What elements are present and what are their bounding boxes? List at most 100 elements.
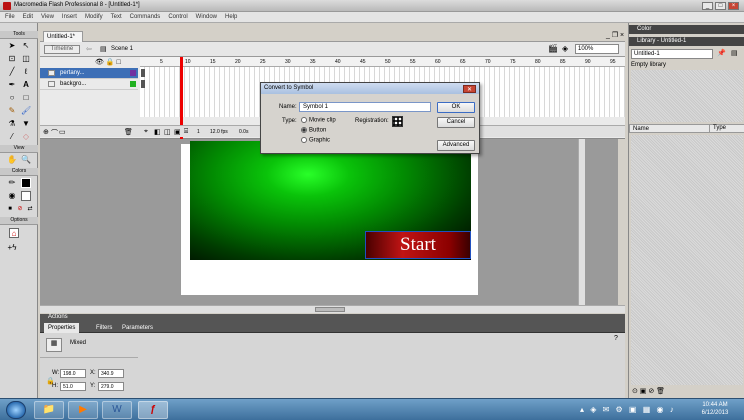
fill-color-icon[interactable]: ◉ [7, 191, 17, 201]
menu-insert[interactable]: Insert [57, 12, 80, 20]
layer-color-swatch [130, 81, 136, 87]
system-tray-icons[interactable]: ▴ ◈ ✉ ⚙ ▣ ▦ ◉ ♪ [580, 405, 684, 415]
tab-untitled-1[interactable]: Untitled-1* [43, 31, 83, 42]
brush-tool-icon[interactable]: 🖌 [21, 106, 31, 116]
menu-commands[interactable]: Commands [125, 12, 164, 20]
menu-file[interactable]: File [0, 12, 18, 20]
x-field[interactable]: 340.9 [98, 369, 124, 378]
word-taskbar-icon[interactable]: W [102, 401, 132, 419]
maximize-button[interactable]: □ [715, 2, 726, 10]
fill-transform-tool-icon[interactable]: ◫ [21, 54, 31, 64]
radio-movie-clip[interactable]: Movie clip [301, 117, 336, 124]
help-icon[interactable]: ? [614, 335, 618, 342]
library-panel-header[interactable]: Library - Untitled-1 [629, 37, 744, 46]
add-folder-icon[interactable]: ▭ [59, 128, 66, 136]
dialog-close-button[interactable]: ✕ [463, 85, 476, 93]
windows-start-button[interactable] [6, 401, 26, 419]
center-frame-icon[interactable]: ⌖ [144, 128, 148, 136]
library-col-type[interactable]: Type [709, 124, 744, 133]
fill-color-swatch[interactable] [21, 191, 31, 201]
no-color-icon[interactable]: ⊘ [15, 204, 25, 214]
advanced-button[interactable]: Advanced [437, 140, 475, 151]
tab-properties[interactable]: Properties [44, 323, 80, 333]
lasso-tool-icon[interactable]: ℓ [21, 67, 31, 77]
minimize-button[interactable]: _ [702, 2, 713, 10]
modify-markers-icon[interactable]: ⌸ [184, 128, 188, 136]
registration-grid-icon[interactable] [392, 116, 403, 127]
pin-icon[interactable]: 📌 [717, 49, 726, 57]
back-arrow-icon[interactable]: ⇦ [86, 45, 92, 53]
symbol-name-input[interactable]: Symbol 1 [299, 102, 431, 112]
library-list[interactable] [631, 135, 743, 385]
library-footer-icons[interactable]: ⊙ ▣ ⊘ 🗑 [632, 387, 665, 395]
onion-skin-icon[interactable]: ◧ [154, 128, 161, 136]
edit-scene-icon[interactable]: 🎬 [548, 44, 558, 53]
paint-bucket-tool-icon[interactable]: ▼ [21, 119, 31, 129]
library-select[interactable]: Untitled-1 [631, 49, 713, 59]
media-player-taskbar-icon[interactable]: ▶ [68, 401, 98, 419]
actions-panel-bar[interactable]: Actions [40, 314, 625, 322]
zoom-select[interactable]: 100% [575, 44, 619, 54]
menu-text[interactable]: Text [106, 12, 125, 20]
menu-help[interactable]: Help [220, 12, 240, 20]
stroke-color-icon[interactable]: ✏ [7, 178, 17, 188]
oval-tool-icon[interactable]: ○ [7, 93, 17, 103]
menu-view[interactable]: View [36, 12, 57, 20]
swap-colors-icon[interactable]: ⇄ [25, 204, 35, 214]
selection-tool-icon[interactable]: ➤ [7, 41, 17, 51]
y-field[interactable]: 279.0 [98, 382, 124, 391]
smooth-icon[interactable]: +ϟ [7, 243, 17, 253]
tab-parameters[interactable]: Parameters [118, 323, 157, 333]
menu-window[interactable]: Window [191, 12, 220, 20]
ink-bottle-tool-icon[interactable]: ⚗ [7, 119, 17, 129]
stage-horizontal-scrollbar[interactable] [40, 305, 625, 313]
onion-outline-icon[interactable]: ◫ [164, 128, 171, 136]
delete-layer-icon[interactable]: 🗑 [124, 128, 133, 136]
stroke-color-swatch[interactable] [21, 178, 31, 188]
keyframe[interactable] [141, 69, 145, 77]
explorer-taskbar-icon[interactable]: 📁 [34, 401, 64, 419]
width-field[interactable]: 198.0 [60, 369, 86, 378]
edit-multiple-icon[interactable]: ▣ [174, 128, 181, 136]
timeline-toggle-button[interactable]: Timeline [44, 45, 80, 54]
menu-modify[interactable]: Modify [80, 12, 106, 20]
text-tool-icon[interactable]: A [21, 80, 31, 90]
radio-button[interactable]: Button [301, 127, 326, 134]
free-transform-tool-icon[interactable]: ⊡ [7, 54, 17, 64]
eraser-tool-icon[interactable]: ◇ [21, 132, 31, 142]
flash-app-icon [3, 2, 11, 10]
window-title: Macromedia Flash Professional 8 - [Untit… [14, 2, 140, 8]
taskbar-clock[interactable]: 10:44 AM 6/12/2013 [688, 401, 742, 419]
keyframe[interactable] [141, 80, 145, 88]
taskbar: 📁 ▶ W ƒ ▴ ◈ ✉ ⚙ ▣ ▦ ◉ ♪ 10:44 AM 6/12/20… [0, 398, 744, 420]
flash-taskbar-icon[interactable]: ƒ [138, 401, 168, 419]
add-layer-icon[interactable]: ⊕ [43, 128, 49, 136]
add-guide-icon[interactable]: ⌒ [51, 128, 58, 138]
tab-filters[interactable]: Filters [92, 323, 116, 333]
elapsed-time: 0.0s [239, 129, 249, 135]
menu-control[interactable]: Control [163, 12, 190, 20]
restore-doc-icon[interactable]: _ ❐ × [606, 31, 624, 39]
edit-symbol-icon[interactable]: ◈ [562, 44, 568, 53]
radio-graphic[interactable]: Graphic [301, 137, 330, 144]
pencil-tool-icon[interactable]: ✎ [7, 106, 17, 116]
rectangle-tool-icon[interactable]: □ [21, 93, 31, 103]
menu-edit[interactable]: Edit [18, 12, 36, 20]
pen-tool-icon[interactable]: ✒ [7, 80, 17, 90]
snap-to-objects-icon[interactable]: ⌂ [9, 228, 19, 238]
swap-colors-icon[interactable]: ■ [5, 204, 15, 214]
eyedropper-tool-icon[interactable]: ⁄ [7, 132, 17, 142]
color-panel-header[interactable]: Color [629, 25, 744, 34]
close-button[interactable]: × [728, 2, 739, 10]
stage-vertical-scrollbar[interactable] [578, 139, 585, 305]
start-button-graphic[interactable]: Start [365, 231, 471, 259]
cancel-button[interactable]: Cancel [437, 117, 475, 128]
subselection-tool-icon[interactable]: ↖ [21, 41, 31, 51]
new-library-icon[interactable]: ▤ [731, 49, 738, 57]
ok-button[interactable]: OK [437, 102, 475, 113]
line-tool-icon[interactable]: ╱ [7, 67, 17, 77]
hand-tool-icon[interactable]: ✋ [7, 155, 17, 165]
scroll-thumb[interactable] [315, 307, 345, 312]
zoom-tool-icon[interactable]: 🔍 [21, 155, 31, 165]
height-field[interactable]: 51.0 [60, 382, 86, 391]
